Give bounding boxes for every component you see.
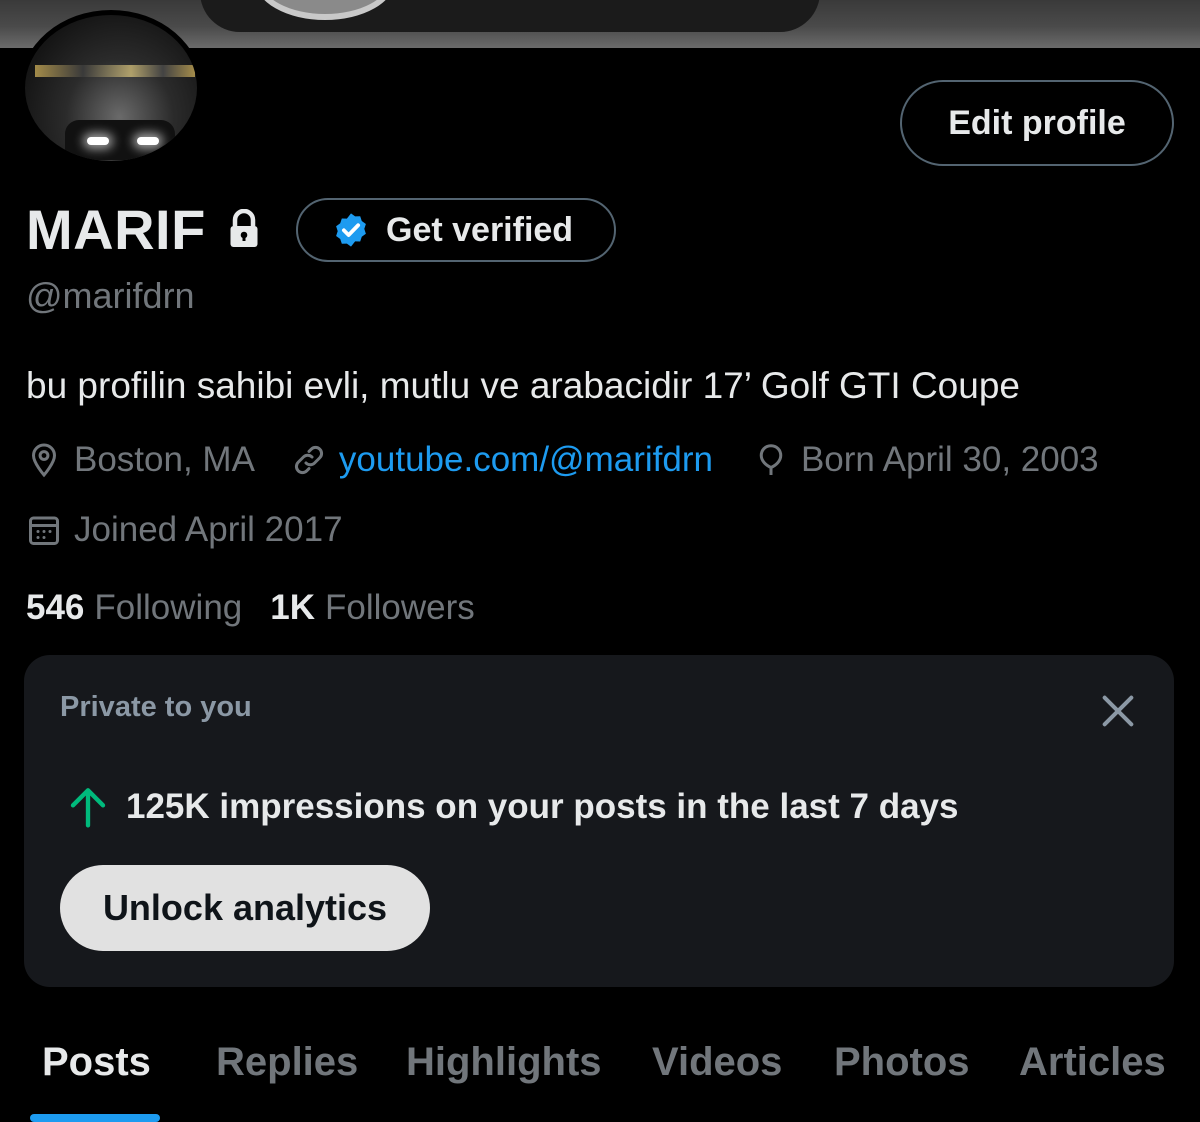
verified-badge-icon: [336, 213, 366, 247]
following-label[interactable]: Following: [94, 588, 242, 628]
avatar-lights: [35, 65, 195, 77]
website-link[interactable]: youtube.com/@marifdrn: [339, 440, 713, 480]
joined-row: Joined April 2017: [26, 510, 343, 550]
location-item: Boston, MA: [26, 440, 255, 480]
tab-articles[interactable]: Articles: [1019, 1040, 1166, 1085]
joined-text: Joined April 2017: [74, 510, 343, 549]
impressions-text: 125K impressions on your posts in the la…: [126, 787, 959, 826]
card-title: Private to you: [60, 691, 252, 723]
birthday-text: Born April 30, 2003: [800, 440, 1099, 479]
profile-meta-row: Boston, MA youtube.com/@marifdrn Born Ap…: [26, 440, 1099, 480]
name-row: MARIF: [26, 196, 262, 262]
tab-highlights[interactable]: Highlights: [406, 1040, 602, 1085]
tab-posts[interactable]: Posts: [42, 1040, 151, 1085]
tab-videos[interactable]: Videos: [652, 1040, 782, 1085]
location-text: Boston, MA: [74, 440, 255, 479]
get-verified-button[interactable]: Get verified: [296, 198, 616, 262]
link-icon: [294, 446, 323, 474]
calendar-icon: [29, 516, 59, 545]
avatar[interactable]: [20, 10, 202, 166]
unlock-analytics-button[interactable]: Unlock analytics: [60, 865, 430, 951]
edit-profile-button[interactable]: Edit profile: [900, 80, 1174, 166]
following-count[interactable]: 546: [26, 588, 84, 628]
display-name: MARIF: [26, 197, 206, 261]
active-tab-indicator: [30, 1114, 160, 1122]
profile-tabs: Posts Replies Highlights Videos Photos A…: [0, 1030, 1200, 1122]
impressions-row: 125K impressions on your posts in the la…: [68, 785, 958, 829]
location-icon: [31, 443, 57, 478]
arrow-up-icon: [70, 788, 106, 828]
profile-page: Edit profile MARIF Get verified @marifdr…: [0, 0, 1200, 1122]
followers-count[interactable]: 1K: [270, 588, 315, 628]
bio-text: bu profilin sahibi evli, mutlu ve arabac…: [26, 365, 1020, 406]
birthday-icon: [759, 444, 783, 475]
user-handle: @marifdrn: [26, 275, 195, 316]
get-verified-label: Get verified: [386, 210, 574, 249]
tab-photos[interactable]: Photos: [834, 1040, 970, 1085]
avatar-headlight-left: [87, 137, 109, 145]
followers-label[interactable]: Followers: [325, 588, 475, 628]
follow-stats: 546 Following 1K Followers: [26, 588, 503, 628]
website-item[interactable]: youtube.com/@marifdrn: [291, 440, 713, 480]
birthday-item: Born April 30, 2003: [753, 440, 1099, 480]
joined-item: Joined April 2017: [26, 510, 343, 550]
tab-replies[interactable]: Replies: [216, 1040, 358, 1085]
close-icon[interactable]: [1098, 691, 1138, 731]
private-analytics-card: Private to you 125K impressions on your …: [24, 655, 1174, 987]
lock-icon: [230, 209, 258, 247]
avatar-headlight-right: [137, 137, 159, 145]
